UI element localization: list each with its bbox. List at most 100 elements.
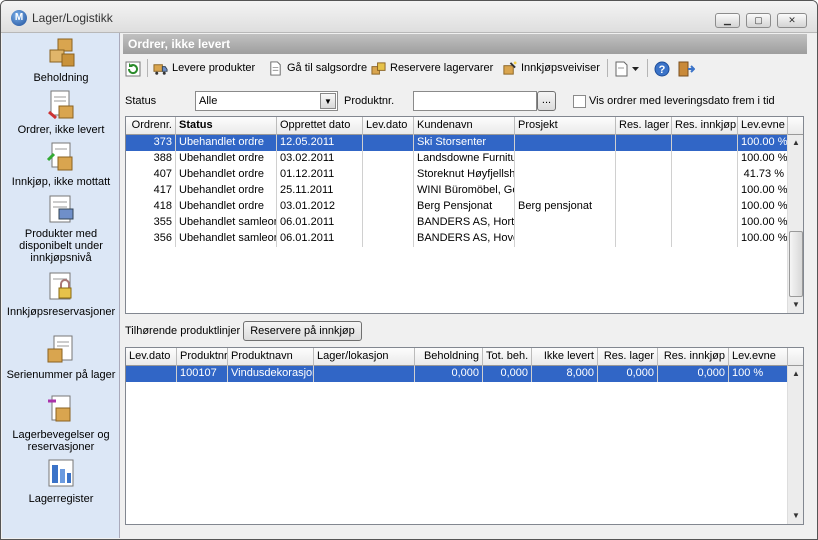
table-cell: [672, 135, 738, 151]
table-cell: [363, 231, 414, 247]
table-row[interactable]: 100107 Vindusdekorasjon 0,000 0,000 8,000 0,0…: [126, 366, 803, 382]
reserve-stock-button[interactable]: Reservere lagervarer: [371, 59, 493, 78]
table-cell: [515, 215, 616, 231]
table-cell: 12.05.2011: [277, 135, 363, 151]
reserve-on-purchase-button[interactable]: Reservere på innkjøp: [243, 321, 362, 341]
table-cell: Ski Storsenter: [414, 135, 515, 151]
table-row[interactable]: 373 Ubehandlet ordre 12.05.2011 Ski Storsen…: [126, 135, 803, 151]
col-lager-lokasjon[interactable]: Lager/lokasjon: [314, 348, 415, 366]
register-icon: [48, 459, 74, 487]
table-cell: 0,000: [598, 366, 658, 382]
col-kundenavn[interactable]: Kundenavn: [414, 117, 515, 135]
svg-text:?: ?: [659, 64, 666, 76]
orders-table: Ordrenr. Status Opprettet dato Lev.dato …: [125, 116, 804, 314]
close-button[interactable]: ✕: [777, 13, 807, 28]
status-value: Alle: [199, 95, 218, 107]
exit-button[interactable]: [677, 59, 696, 78]
browse-product-button[interactable]: ...: [537, 91, 556, 111]
table-row[interactable]: 418 Ubehandlet ordre 03.01.2012 Berg Pensjo…: [126, 199, 803, 215]
col-prosjekt[interactable]: Prosjekt: [515, 117, 616, 135]
sidebar-item-label: Beholdning: [33, 72, 89, 84]
sidebar-item-lagerbevegelser[interactable]: Lagerbevegelser og reservasjoner: [2, 393, 120, 453]
col-produktnr[interactable]: Produktnr.: [177, 348, 228, 366]
status-label: Status: [125, 95, 157, 107]
col-res-lager[interactable]: Res. lager: [616, 117, 672, 135]
serial-icon: [47, 335, 73, 363]
toolbar-separator: [607, 59, 608, 77]
table-cell: [515, 231, 616, 247]
scroll-up-icon[interactable]: ▲: [788, 135, 803, 151]
sidebar-item-innkjopsreservasjoner[interactable]: Innkjøpsreservasjoner: [2, 270, 120, 318]
scroll-down-icon[interactable]: ▼: [788, 508, 803, 524]
table-row[interactable]: 355Ubehandlet samleordre06.01.2011 BANDER…: [126, 215, 803, 231]
sidebar-item-beholdning[interactable]: Beholdning: [2, 36, 120, 84]
table-cell: [672, 199, 738, 215]
col-res-lager[interactable]: Res. lager: [598, 348, 658, 366]
table-cell: [672, 231, 738, 247]
lines-scrollbar[interactable]: ▲ ▼: [787, 366, 803, 524]
table-cell: [363, 215, 414, 231]
col-res-innkjop[interactable]: Res. innkjøp: [658, 348, 729, 366]
col-levdato[interactable]: Lev.dato: [363, 117, 414, 135]
col-produktnavn[interactable]: Produktnavn: [228, 348, 314, 366]
chevron-down-icon[interactable]: ▼: [320, 93, 336, 109]
future-delivery-checkbox[interactable]: [573, 95, 586, 108]
table-cell: 0,000: [483, 366, 532, 382]
table-cell: 41.73 %: [738, 167, 788, 183]
help-button[interactable]: ?: [654, 59, 670, 78]
maximize-button[interactable]: ▢: [746, 13, 771, 28]
orders-scrollbar[interactable]: ▲ ▼: [787, 135, 803, 313]
reserve-stock-label: Reservere lagervarer: [390, 62, 494, 74]
table-cell: 356: [126, 231, 176, 247]
table-cell: Ubehandlet samleordre: [176, 215, 277, 231]
report-dropdown-button[interactable]: [614, 59, 642, 78]
col-levevne[interactable]: Lev.evne: [738, 117, 788, 135]
table-row[interactable]: 407 Ubehandlet ordre 01.12.2011 Storeknut H…: [126, 167, 803, 183]
title-bar[interactable]: M Lager/Logistikk ▁ ▢ ✕: [1, 1, 817, 33]
truck-icon: [153, 64, 168, 75]
products-icon: [49, 195, 74, 223]
table-cell: Ubehandlet ordre: [176, 167, 277, 183]
table-row[interactable]: 356Ubehandlet samleordre06.01.2011 BANDER…: [126, 231, 803, 247]
col-levevne[interactable]: Lev.evne: [729, 348, 788, 366]
status-dropdown[interactable]: Alle ▼: [195, 91, 338, 111]
lock-icon: [49, 272, 72, 300]
sidebar-item-label: Ordrer, ikke levert: [17, 124, 105, 136]
col-tot-beh[interactable]: Tot. beh.: [483, 348, 532, 366]
sidebar-item-serienummer[interactable]: Serienummer på lager: [2, 333, 120, 381]
table-cell: [616, 151, 672, 167]
table-row[interactable]: 388 Ubehandlet ordre 03.02.2011 Landsdowne …: [126, 151, 803, 167]
sidebar-item-label: Lagerregister: [28, 493, 94, 505]
col-opprettet[interactable]: Opprettet dato: [277, 117, 363, 135]
boxes-icon: [49, 38, 75, 67]
purchase-wizard-button[interactable]: Innkjøpsveiviser: [502, 59, 600, 78]
scrollbar-thumb[interactable]: [789, 231, 803, 297]
col-res-innkjop[interactable]: Res. innkjøp: [672, 117, 738, 135]
refresh-button[interactable]: [125, 59, 141, 78]
sidebar-item-produkter[interactable]: Produkter med disponibelt under innkjøps…: [2, 192, 120, 264]
col-ikke-levert[interactable]: Ikke levert: [532, 348, 598, 366]
scroll-up-icon[interactable]: ▲: [788, 366, 803, 382]
table-cell: [616, 167, 672, 183]
col-status[interactable]: Status: [176, 117, 277, 135]
minimize-button[interactable]: ▁: [715, 13, 740, 28]
table-cell: [672, 215, 738, 231]
table-cell: [363, 199, 414, 215]
goto-sales-order-button[interactable]: Gå til salgsordre: [268, 59, 367, 78]
col-beholdning[interactable]: Beholdning: [415, 348, 483, 366]
col-ordrenr[interactable]: Ordrenr.: [126, 117, 176, 135]
sidebar-item-lagerregister[interactable]: Lagerregister: [2, 457, 120, 505]
table-row[interactable]: 417 Ubehandlet ordre 25.11.2011 WINI Büromö…: [126, 183, 803, 199]
deliver-products-button[interactable]: Levere produkter: [153, 59, 255, 78]
sidebar-item-label: Serienummer på lager: [6, 369, 116, 381]
table-cell: 407: [126, 167, 176, 183]
product-number-input[interactable]: [413, 91, 537, 111]
sidebar-item-ordrer[interactable]: Ordrer, ikke levert: [2, 88, 120, 136]
col-levdato[interactable]: Lev.dato: [126, 348, 177, 366]
table-cell: 01.12.2011: [277, 167, 363, 183]
table-cell: Storeknut Høyfjellshotell: [414, 167, 515, 183]
sidebar-item-label: Innkjøpsreservasjoner: [6, 306, 116, 318]
sidebar-item-innkjop[interactable]: Innkjøp, ikke mottatt: [2, 140, 120, 188]
scroll-down-icon[interactable]: ▼: [788, 297, 803, 313]
toolbar-separator: [647, 59, 648, 77]
